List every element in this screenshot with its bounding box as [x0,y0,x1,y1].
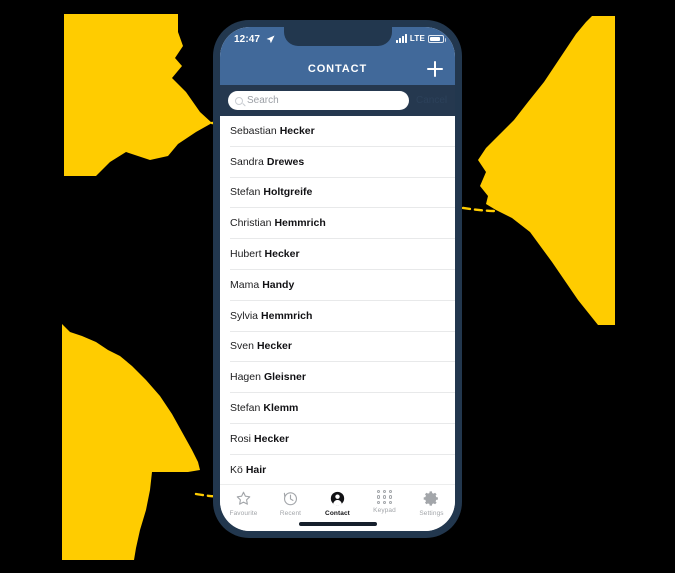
tab-settings[interactable]: Settings [408,490,455,518]
contact-last-name: Gleisner [263,371,306,384]
tab-label: Contact [325,510,350,517]
add-contact-button[interactable] [425,59,445,79]
keypad-dots-icon [376,490,393,504]
contact-first-name: Sandra [230,155,264,168]
status-time: 12:47 [234,34,261,45]
contact-list[interactable]: Sebastian Hecker Sandra Drewes Stefan Holtgre… [220,116,455,484]
home-indicator[interactable] [298,522,377,526]
contact-row[interactable]: Stefan Klemm [230,393,455,424]
contact-first-name: Kö [230,464,243,477]
contact-row[interactable]: Sven Hecker [230,332,455,363]
gear-icon [423,491,438,506]
contact-first-name: Stefan [230,402,261,415]
page-title: CONTACT [307,63,368,75]
search-bar: Search Cancel [220,85,455,116]
tab-label: Recent [279,510,302,517]
contact-row[interactable]: Sandra Drewes [230,147,455,178]
contact-last-name: Klemm [263,402,299,415]
status-indicators: LTE [395,34,446,43]
tab-keypad[interactable]: Keypad [361,490,408,515]
tab-label: Favourite [229,510,258,517]
contact-first-name: Sebastian [230,124,277,137]
blob-top-left [64,14,212,176]
contact-first-name: Christian [230,217,272,230]
contact-last-name: Handy [262,278,295,291]
contact-row[interactable]: Hubert Hecker [230,239,455,270]
contact-row[interactable]: Christian Hemmrich [230,208,455,240]
contact-last-name: Hecker [256,340,292,353]
clock-icon [283,492,298,506]
contact-last-name: Drewes [266,155,305,168]
phone-screen: 12:47 LTE CONTACT Search Cancel Sebastia… [220,27,455,531]
contact-row[interactable]: Rosi Hecker [230,424,455,455]
contact-first-name: Mama [230,278,260,291]
search-cancel-button[interactable]: Cancel [416,95,447,106]
tab-favourite[interactable]: Favourite [220,490,267,518]
contact-first-name: Stefan [230,186,261,199]
contact-row[interactable]: Sebastian Hecker [230,116,455,147]
contact-row[interactable]: Kö Hair [230,455,455,484]
contact-first-name: Hubert [230,248,262,261]
blob-right [478,16,615,325]
contact-first-name: Sylvia [230,309,259,322]
contact-last-name: Hecker [279,124,315,137]
contact-last-name: Holtgreife [263,186,313,199]
contact-last-name: Hemmrich [261,309,313,322]
tab-label: Keypad [373,507,396,514]
blob-bottom-left [62,324,200,560]
tab-label: Settings [419,510,444,517]
phone-notch [283,27,392,46]
contact-last-name: Hecker [264,248,300,261]
contact-row[interactable]: Mama Handy [230,270,455,301]
contact-first-name: Hagen [230,371,261,384]
contact-last-name: Hair [245,464,267,477]
contact-row[interactable]: Hagen Gleisner [230,362,455,394]
search-icon [235,96,243,105]
nav-bar: CONTACT [220,53,455,85]
signal-bars-icon [395,34,407,43]
contact-row[interactable]: Stefan Holtgreife [230,178,455,209]
contact-last-name: Hecker [254,432,290,445]
contact-first-name: Rosi [230,432,252,445]
search-placeholder: Search [247,95,279,106]
star-icon [236,491,251,505]
battery-icon [428,34,446,43]
contact-row[interactable]: Sylvia Hemmrich [230,301,455,332]
contact-first-name: Sven [230,340,254,353]
network-label: LTE [409,34,425,43]
tab-contact[interactable]: Contact [314,490,361,518]
contact-last-name: Hemmrich [274,217,326,230]
phone-device-frame: 12:47 LTE CONTACT Search Cancel Sebastia… [213,20,462,538]
location-arrow-icon [266,35,275,44]
search-input[interactable]: Search [228,91,409,110]
tab-recent[interactable]: Recent [267,490,314,518]
person-icon [330,491,345,506]
screenshot-canvas: 12:47 LTE CONTACT Search Cancel Sebastia… [0,0,675,573]
